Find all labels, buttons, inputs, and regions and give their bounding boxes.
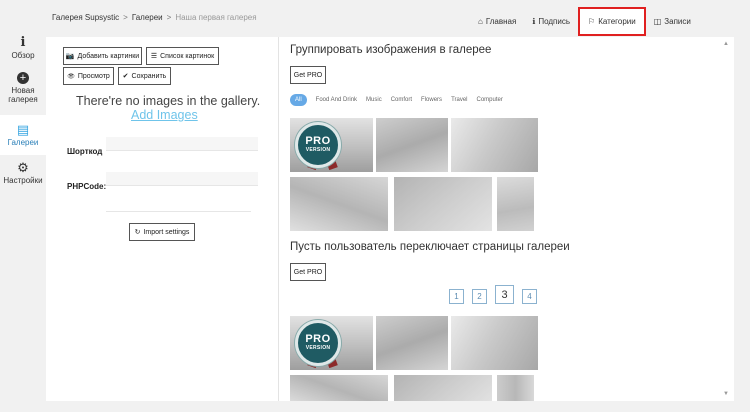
pagination: 1 2 3 4 (449, 285, 537, 304)
button-label: Сохранить (131, 72, 167, 80)
page-button[interactable]: 2 (472, 289, 487, 304)
breadcrumb-section[interactable]: Галереи (132, 13, 163, 22)
tab-label: Главная (485, 16, 517, 26)
phpcode-label: PHPCode: (67, 182, 107, 191)
gallery-thumbnail (290, 177, 388, 231)
tab-main[interactable]: ⌂ Главная (470, 7, 524, 35)
top-tabs: ⌂ Главная ℹ Подпись ⚐ Категории ◫ Записи (470, 7, 699, 36)
pro-version-badge: PRO VERSION (295, 122, 341, 168)
button-label: Import settings (143, 228, 190, 236)
category-tag[interactable]: Comfort (391, 97, 412, 103)
sidebar-item-overview[interactable]: i Обзор (0, 30, 46, 67)
category-tag[interactable]: Travel (451, 97, 467, 103)
check-icon: ✔ (122, 73, 129, 80)
scroll-up-icon[interactable]: ▲ (723, 41, 729, 47)
category-tag[interactable]: Computer (477, 97, 503, 103)
pagination-title: Пусть пользователь переключает страницы … (290, 241, 570, 253)
tab-categories[interactable]: ⚐ Категории (578, 7, 646, 36)
button-label: Добавить картинки (77, 52, 140, 60)
gallery-thumbnail (451, 316, 538, 370)
separator-line (106, 211, 251, 212)
gallery-settings-panel: 📷 Добавить картинки ☰ Список картинок 👁 … (46, 37, 734, 401)
gallery-thumbnail (290, 375, 388, 401)
page-button[interactable]: 4 (522, 289, 537, 304)
sidebar-item-galleries[interactable]: ▤ Галереи (0, 114, 46, 155)
pro-version-badge: PRO VERSION (295, 320, 341, 366)
badge-subtext: VERSION (305, 147, 331, 154)
scroll-down-icon[interactable]: ▼ (723, 391, 729, 397)
group-images-title: Группировать изображения в галерее (290, 44, 492, 56)
breadcrumb-root[interactable]: Галерея Supsystic (52, 13, 119, 22)
category-tag-all[interactable]: All (290, 94, 307, 106)
gallery-thumbnail (394, 375, 492, 401)
tab-label: Подпись (538, 16, 571, 26)
button-label: Get PRO (293, 71, 323, 79)
admin-sidebar: i Обзор + Новая галерея ▤ Галереи ⚙ Наст… (0, 30, 46, 192)
button-label: Просмотр (77, 72, 110, 80)
bookmark-icon: ⚐ (588, 17, 596, 26)
page-button-current[interactable]: 3 (495, 285, 514, 304)
gallery-thumbnail (376, 316, 448, 370)
gallery-icon: ▤ (16, 121, 30, 137)
breadcrumb: Галерея Supsystic > Галереи > Наша первая га… (52, 13, 257, 22)
category-filter-bar: All Food And Drink Music Comfort Flowers… (290, 94, 503, 106)
eye-icon: 👁 (67, 73, 75, 80)
home-icon: ⌂ (478, 16, 483, 26)
get-pro-button[interactable]: Get PRO (290, 263, 326, 281)
category-tag[interactable]: Music (366, 97, 382, 103)
shortcode-label: Шорткод (67, 147, 103, 156)
sidebar-item-settings[interactable]: ⚙ Настройки (0, 155, 46, 192)
breadcrumb-current: Наша первая галерея (175, 13, 257, 22)
camera-icon: 📷 (65, 53, 75, 60)
tab-posts[interactable]: ◫ Записи (646, 7, 699, 35)
add-images-button[interactable]: 📷 Добавить картинки (63, 47, 142, 65)
page-button[interactable]: 1 (449, 289, 464, 304)
gallery-thumbnail (394, 177, 492, 231)
tab-caption[interactable]: ℹ Подпись (524, 7, 578, 35)
tab-label: Категории (598, 17, 636, 26)
tab-label: Записи (664, 16, 691, 26)
gear-icon: ⚙ (17, 159, 29, 175)
panel-divider (278, 37, 279, 401)
empty-gallery-text: There're no images in the gallery. (76, 94, 261, 108)
category-tag[interactable]: Flowers (421, 97, 442, 103)
sidebar-item-label: Обзор (11, 51, 35, 60)
badge-subtext: VERSION (305, 345, 331, 352)
category-tag[interactable]: Food And Drink (316, 97, 357, 103)
breadcrumb-separator: > (166, 13, 172, 22)
breadcrumb-separator: > (123, 13, 128, 22)
sidebar-item-label: Галереи (7, 137, 39, 147)
sidebar-item-new-gallery[interactable]: + Новая галерея (0, 67, 46, 111)
gallery-thumbnail (497, 375, 534, 401)
add-images-link[interactable]: Add Images (131, 108, 198, 122)
get-pro-button[interactable]: Get PRO (290, 66, 326, 84)
phpcode-field[interactable] (106, 172, 258, 186)
button-label: Список картинок (160, 52, 215, 60)
gallery-thumbnail (497, 177, 534, 231)
badge-text: PRO (305, 333, 331, 346)
import-settings-button[interactable]: ↻ Import settings (129, 223, 195, 241)
list-icon: ☰ (150, 53, 158, 60)
sidebar-item-label: Настройки (3, 175, 43, 185)
shortcode-field[interactable] (106, 137, 258, 151)
columns-icon: ◫ (653, 16, 662, 26)
sidebar-item-label: Новая галерея (8, 86, 38, 105)
preview-button[interactable]: 👁 Просмотр (63, 67, 114, 85)
gallery-thumbnail (376, 118, 448, 172)
save-button[interactable]: ✔ Сохранить (118, 67, 171, 85)
scrollbar[interactable]: ▲ ▼ (723, 41, 729, 397)
plus-circle-icon: + (17, 72, 29, 85)
info-icon: ℹ (532, 16, 536, 26)
badge-text: PRO (305, 135, 331, 148)
refresh-icon: ↻ (134, 229, 141, 236)
gallery-thumbnail (451, 118, 538, 172)
image-list-button[interactable]: ☰ Список картинок (146, 47, 219, 65)
button-label: Get PRO (293, 268, 323, 276)
info-icon: i (20, 35, 26, 50)
